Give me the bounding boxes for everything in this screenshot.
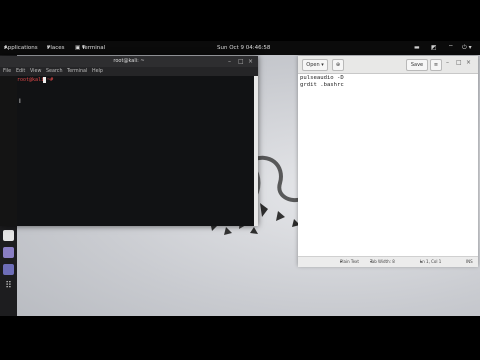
screen-record-icon[interactable]: ▬: [414, 41, 420, 55]
editor-line: pulseaudio -D: [300, 75, 344, 81]
terminal-window[interactable]: root@kali: ~ – □ × File Edit View Search…: [0, 56, 258, 226]
menu-terminal[interactable]: Terminal: [67, 67, 87, 76]
hamburger-menu-button[interactable]: ≡: [430, 59, 442, 71]
terminal-title: root@kali: ~: [113, 58, 145, 64]
close-icon[interactable]: ×: [466, 59, 471, 66]
workspace-icon[interactable]: ◩: [431, 41, 437, 55]
maximize-icon[interactable]: □: [456, 59, 462, 66]
gedit-window[interactable]: Open ▾ ⊕ Save ≡ – □ × pulseaudio -D grdi…: [298, 56, 478, 267]
extra-app-icon[interactable]: [3, 264, 14, 275]
top-panel: Applications ▾ Places ▾ ▣ Terminal ▾ Sun…: [0, 41, 480, 55]
maximize-icon[interactable]: □: [238, 56, 244, 67]
gedit-headerbar: Open ▾ ⊕ Save ≡ – □ ×: [298, 56, 478, 74]
close-icon[interactable]: ×: [248, 56, 253, 67]
gedit-statusbar: Plain Text ▾ Tab Width: 8 ▾ Ln 1, Col 1 …: [298, 256, 478, 267]
cursor-position[interactable]: Ln 1, Col 1 ▾: [420, 257, 441, 267]
language-selector[interactable]: Plain Text ▾: [340, 257, 359, 267]
minimize-icon[interactable]: –: [228, 56, 231, 67]
menu-file[interactable]: File: [3, 67, 11, 76]
letterbox-top: [0, 0, 480, 41]
tab-width-selector[interactable]: Tab Width: 8 ▾: [370, 257, 395, 267]
terminal-titlebar[interactable]: root@kali: ~ – □ ×: [0, 56, 258, 67]
places-menu[interactable]: Places ▾: [47, 41, 65, 55]
leafpad-icon[interactable]: [3, 230, 14, 241]
minimize-icon[interactable]: –: [446, 59, 449, 66]
text-cursor: [43, 77, 46, 83]
save-button[interactable]: Save: [406, 59, 428, 71]
extra-app-icon[interactable]: [3, 247, 14, 258]
applications-menu[interactable]: Applications ▾: [4, 41, 38, 55]
desktop: Applications ▾ Places ▾ ▣ Terminal ▾ Sun…: [0, 41, 480, 316]
menu-view[interactable]: View: [30, 67, 41, 76]
open-button[interactable]: Open ▾: [302, 59, 328, 71]
terminal-output[interactable]: root@kali:~#: [17, 76, 254, 226]
menu-help[interactable]: Help: [92, 67, 103, 76]
editor-line: grdit .bashrc: [300, 82, 344, 88]
power-menu-icon[interactable]: ⏻ ▾: [462, 41, 472, 55]
app-grid-icon[interactable]: ⠿: [3, 281, 14, 292]
new-tab-button[interactable]: ⊕: [332, 59, 344, 71]
menu-icon: ≡: [433, 62, 439, 68]
shell-prompt: root@kali:~#: [17, 77, 54, 83]
network-icon[interactable]: ⌔: [448, 41, 454, 55]
mouse-ibeam-cursor: I: [19, 98, 21, 105]
terminal-app-menu[interactable]: ▣ Terminal ▾: [75, 41, 105, 55]
document-editor[interactable]: pulseaudio -D grdit .bashrc: [300, 75, 344, 89]
terminal-menubar: File Edit View Search Terminal Help: [0, 67, 258, 76]
letterbox-bottom: [0, 316, 480, 360]
terminal-scrollbar[interactable]: [254, 76, 258, 226]
new-document-icon: ⊕: [335, 62, 341, 68]
insert-mode: INS: [466, 259, 473, 264]
menu-search[interactable]: Search: [46, 67, 62, 76]
menu-edit[interactable]: Edit: [16, 67, 25, 76]
clock[interactable]: Sun Oct 9 04:46:58: [217, 41, 270, 55]
